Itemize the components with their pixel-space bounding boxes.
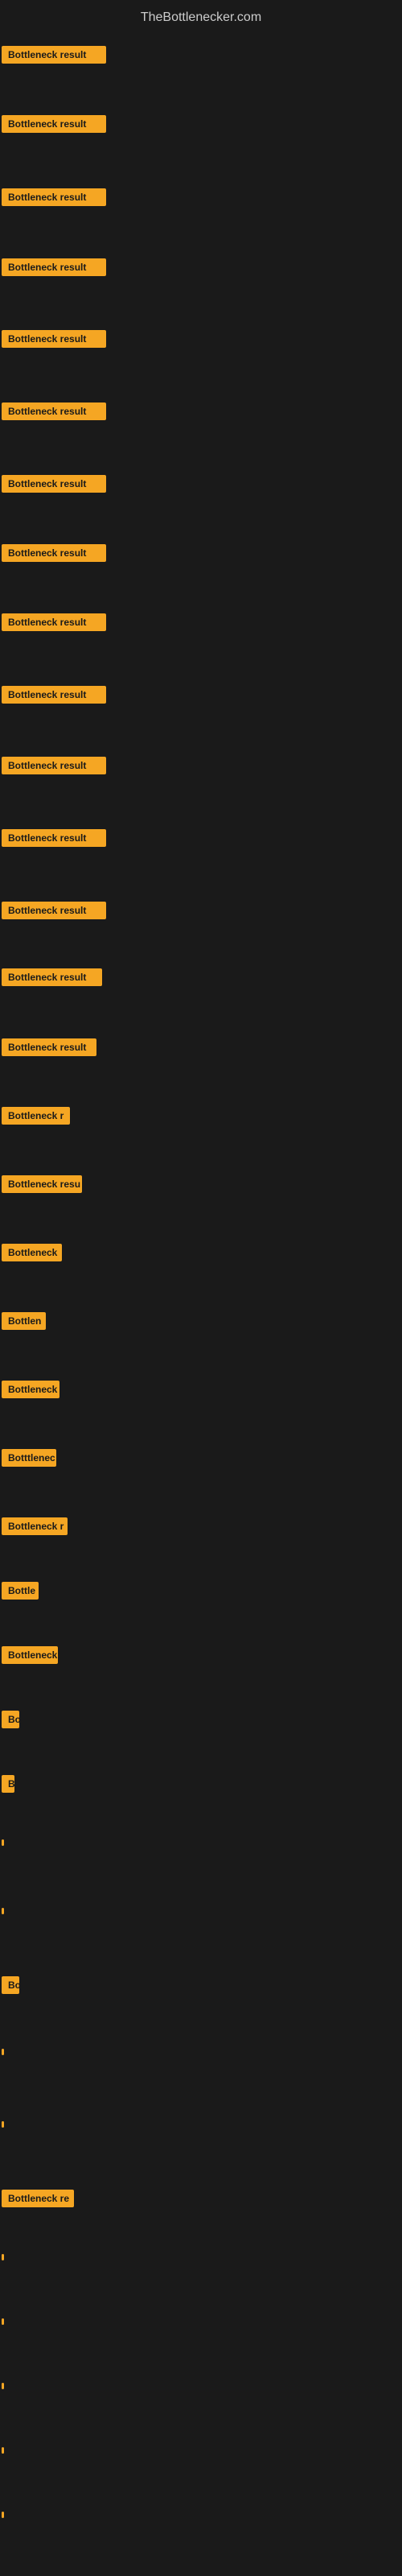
bottleneck-result-label-tiny <box>2 2254 4 2260</box>
bottleneck-result-label: Bottleneck r <box>2 1107 70 1125</box>
bottleneck-result-label: Bottleneck resu <box>2 1175 82 1193</box>
bottleneck-result-label: Bottleneck <box>2 1646 58 1664</box>
bottleneck-result-label-tiny <box>2 2121 4 2128</box>
bottleneck-result-label: Bottleneck result <box>2 613 106 631</box>
bottleneck-result-label: Bottleneck result <box>2 258 106 276</box>
bottleneck-result-label: Bo <box>2 1976 19 1994</box>
bottleneck-result-label: Bottleneck result <box>2 330 106 348</box>
site-title: TheBottlenecker.com <box>0 4 402 31</box>
bottleneck-result-label: Bottleneck result <box>2 1038 96 1056</box>
bottleneck-result-label: Bottlen <box>2 1312 46 1330</box>
bottleneck-result-label-tiny <box>2 1908 4 1914</box>
bottleneck-result-label: Bottleneck result <box>2 188 106 206</box>
bottleneck-result-label: Botttlenec <box>2 1449 56 1467</box>
bottleneck-result-label: Bottleneck result <box>2 402 106 420</box>
bottleneck-result-label: Bottleneck result <box>2 968 102 986</box>
bottleneck-result-label: Bottleneck result <box>2 475 106 493</box>
bottleneck-result-label: Bottleneck result <box>2 544 106 562</box>
bottleneck-result-label: Bottleneck result <box>2 686 106 704</box>
bottleneck-result-label-tiny <box>2 2383 4 2389</box>
bottleneck-result-label: Bottleneck result <box>2 757 106 774</box>
bottleneck-result-label: Bottleneck re <box>2 2190 74 2207</box>
bottleneck-result-label: Bottleneck result <box>2 902 106 919</box>
bottleneck-result-label: Bottleneck <box>2 1381 59 1398</box>
bottleneck-result-label: Bottleneck result <box>2 46 106 64</box>
bottleneck-result-label-tiny <box>2 2318 4 2325</box>
bottleneck-result-label-tiny <box>2 1839 4 1846</box>
bottleneck-result-label: Bottleneck r <box>2 1517 68 1535</box>
bottleneck-result-label-tiny <box>2 2447 4 2454</box>
bottleneck-result-label: Bottle <box>2 1582 39 1600</box>
bottleneck-result-label: Bottleneck result <box>2 115 106 133</box>
bottleneck-result-label: Bo <box>2 1711 19 1728</box>
bottleneck-result-label-tiny <box>2 2049 4 2055</box>
bottleneck-result-label-tiny <box>2 2512 4 2518</box>
bottleneck-result-label: Bottleneck result <box>2 829 106 847</box>
bottleneck-result-label: Bottleneck <box>2 1244 62 1261</box>
bottleneck-result-label: B <box>2 1775 14 1793</box>
